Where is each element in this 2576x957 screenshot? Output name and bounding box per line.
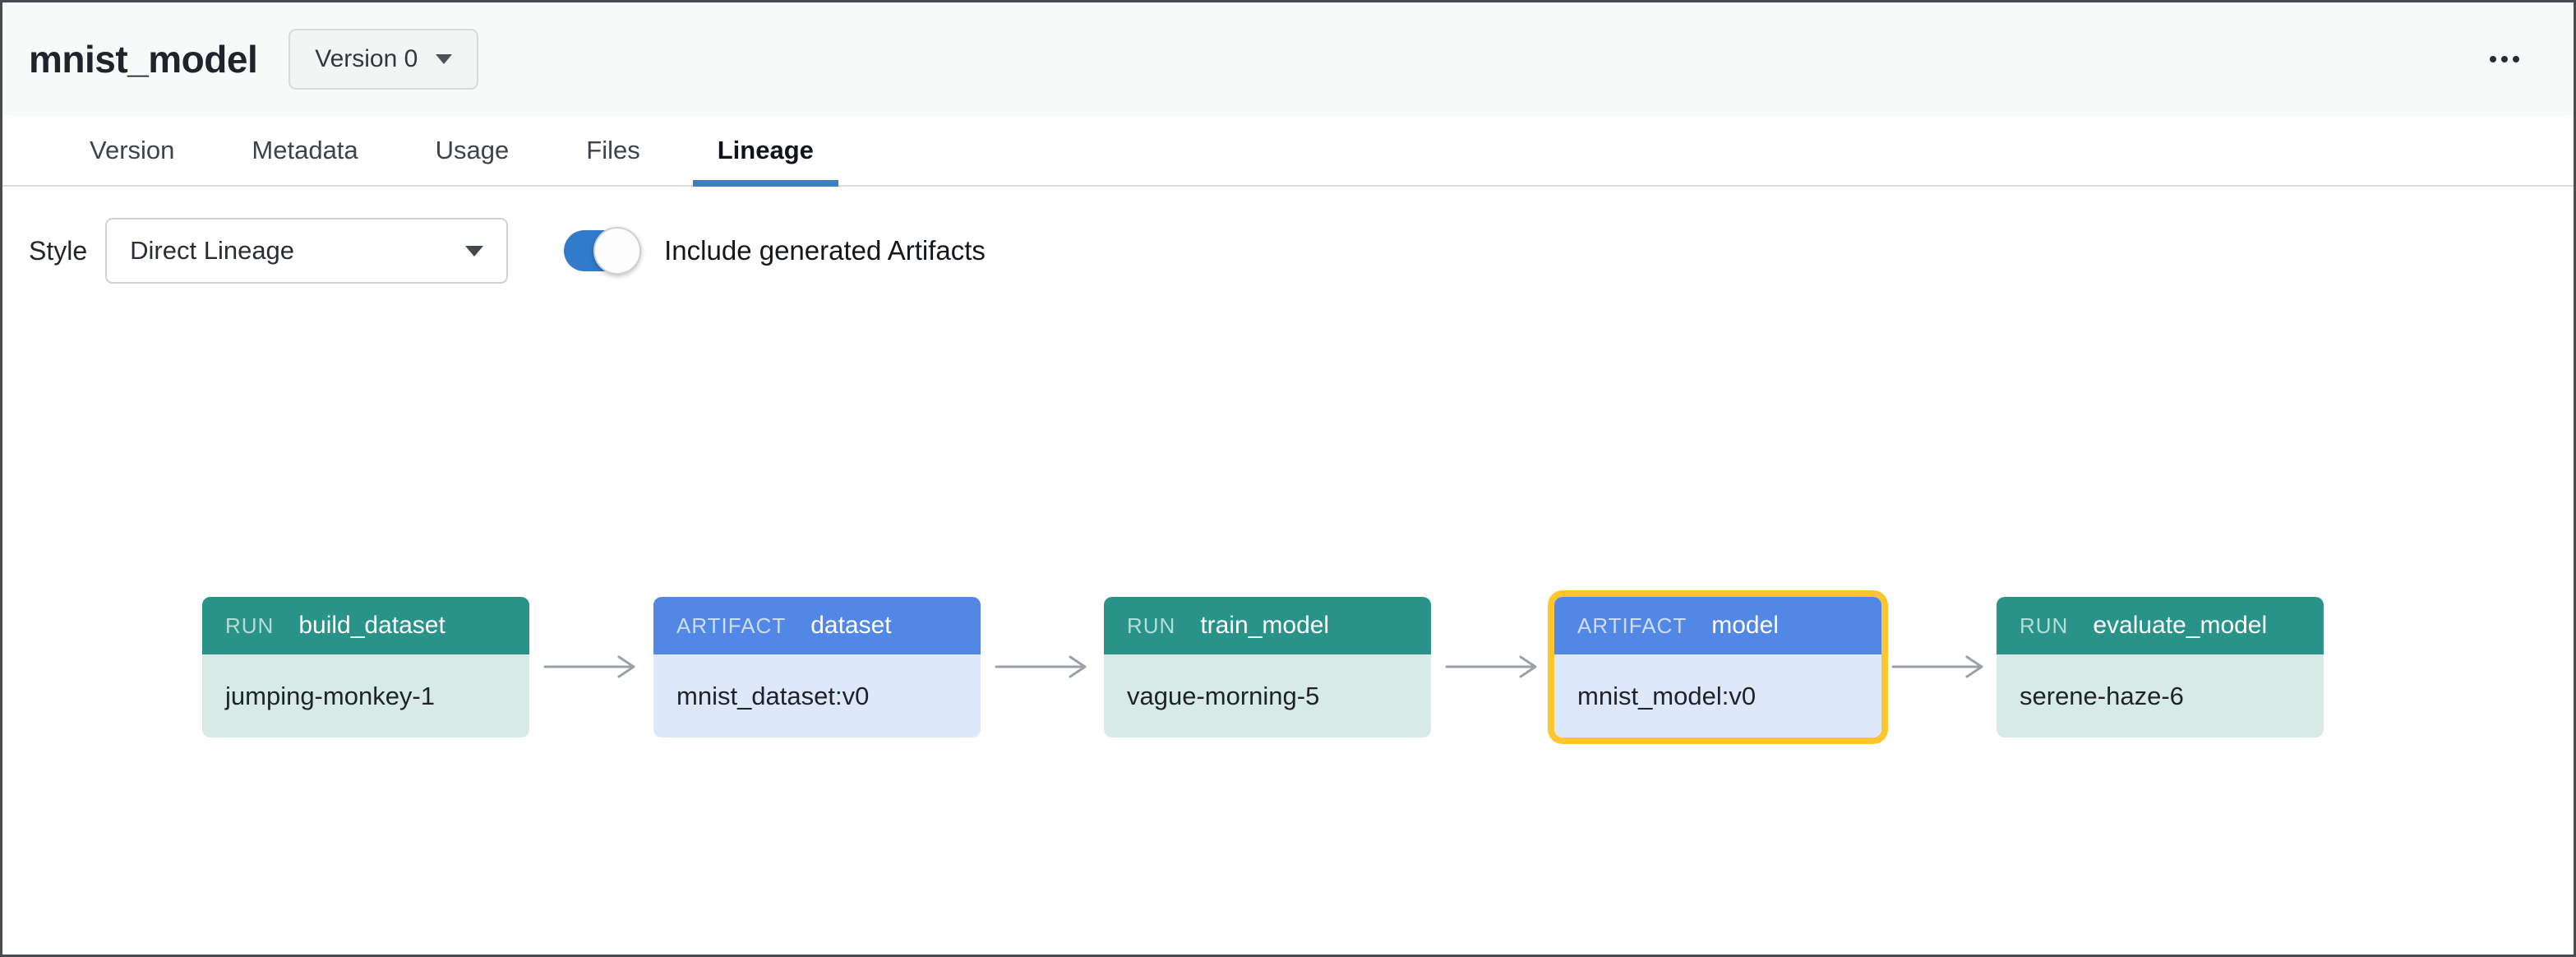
- style-label: Style: [29, 236, 87, 266]
- node-kind-label: RUN: [1127, 613, 1175, 639]
- node-value: mnist_dataset:v0: [653, 654, 981, 737]
- node-header: ARTIFACT model: [1554, 597, 1881, 654]
- tab-label: Version: [90, 136, 174, 165]
- caret-down-icon: [465, 246, 483, 257]
- tab-bar: Version Metadata Usage Files Lineage: [2, 116, 2574, 187]
- node-name: evaluate_model: [2093, 612, 2267, 640]
- node-header: RUN evaluate_model: [1997, 597, 2324, 654]
- tab-version[interactable]: Version: [65, 116, 199, 185]
- node-name: dataset: [810, 612, 891, 640]
- ellipsis-icon: [2490, 56, 2496, 62]
- node-kind-label: RUN: [2020, 613, 2068, 639]
- node-kind-label: RUN: [225, 613, 274, 639]
- tab-lineage[interactable]: Lineage: [693, 116, 838, 185]
- node-kind-label: ARTIFACT: [1577, 613, 1687, 639]
- ellipsis-icon: [2501, 56, 2508, 62]
- version-selector-button[interactable]: Version 0: [289, 29, 478, 90]
- style-dropdown[interactable]: Direct Lineage: [105, 218, 508, 284]
- tab-label: Files: [586, 136, 639, 165]
- tab-label: Lineage: [718, 136, 814, 165]
- node-header: ARTIFACT dataset: [653, 597, 981, 654]
- arrow-right-icon: [543, 652, 639, 682]
- lineage-node-run-train_model[interactable]: RUN train_model vague-morning-5: [1104, 597, 1431, 737]
- version-selector-label: Version 0: [315, 45, 418, 73]
- active-tab-underline: [693, 180, 838, 187]
- lineage-node-artifact-model-selected[interactable]: ARTIFACT model mnist_model:v0: [1554, 597, 1881, 737]
- node-name: build_dataset: [298, 612, 445, 640]
- include-generated-artifacts-label: Include generated Artifacts: [664, 235, 986, 266]
- arrow-right-icon: [995, 652, 1090, 682]
- node-value: mnist_model:v0: [1554, 654, 1881, 737]
- node-kind-label: ARTIFACT: [676, 613, 786, 639]
- node-name: model: [1711, 612, 1779, 640]
- header: mnist_model Version 0: [2, 2, 2574, 116]
- node-header: RUN build_dataset: [202, 597, 529, 654]
- tab-label: Metadata: [252, 136, 358, 165]
- node-value: serene-haze-6: [1997, 654, 2324, 737]
- lineage-controls: Style Direct Lineage Include generated A…: [29, 218, 2574, 284]
- style-dropdown-value: Direct Lineage: [130, 236, 294, 266]
- caret-down-icon: [436, 54, 452, 64]
- node-value: vague-morning-5: [1104, 654, 1431, 737]
- arrow-right-icon: [1891, 652, 1987, 682]
- artifact-lineage-page: { "header": { "title": "mnist_model", "v…: [0, 0, 2576, 957]
- tab-usage[interactable]: Usage: [411, 116, 534, 185]
- lineage-node-run-evaluate_model[interactable]: RUN evaluate_model serene-haze-6: [1997, 597, 2324, 737]
- page-title: mnist_model: [29, 37, 257, 81]
- node-name: train_model: [1200, 612, 1329, 640]
- lineage-node-artifact-dataset[interactable]: ARTIFACT dataset mnist_dataset:v0: [653, 597, 981, 737]
- lineage-node-run-build_dataset[interactable]: RUN build_dataset jumping-monkey-1: [202, 597, 529, 737]
- arrow-right-icon: [1445, 652, 1540, 682]
- node-value: jumping-monkey-1: [202, 654, 529, 737]
- node-header: RUN train_model: [1104, 597, 1431, 654]
- include-generated-artifacts-toggle[interactable]: [564, 230, 641, 271]
- ellipsis-icon: [2513, 56, 2519, 62]
- toggle-knob: [593, 227, 641, 275]
- more-options-button[interactable]: [2481, 48, 2528, 71]
- tab-metadata[interactable]: Metadata: [227, 116, 382, 185]
- tab-files[interactable]: Files: [561, 116, 664, 185]
- tab-label: Usage: [436, 136, 510, 165]
